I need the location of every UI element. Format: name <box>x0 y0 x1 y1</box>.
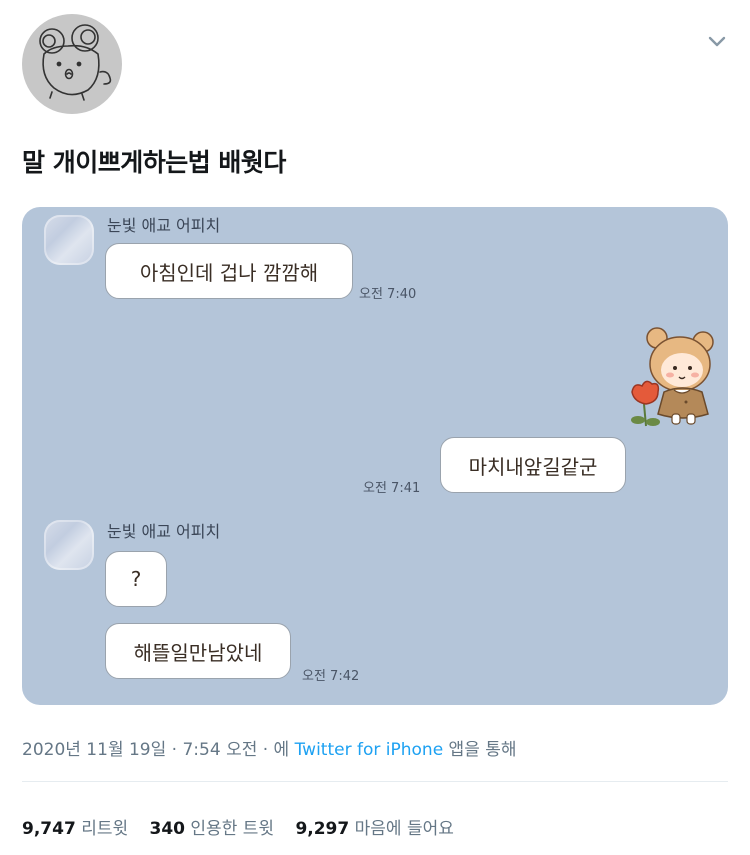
chat-sender-name: 눈빛 애교 어피치 <box>107 522 221 541</box>
girl-flower-sticker-icon <box>624 322 724 432</box>
meta-separator: · <box>166 740 183 760</box>
chat-timestamp: 오전 7:40 <box>359 287 417 302</box>
chat-profile-picture <box>44 520 94 570</box>
tweet-source-link[interactable]: Twitter for iPhone <box>295 740 444 760</box>
tweet-metadata: 2020년 11월 19일 · 7:54 오전 · 에 Twitter for … <box>22 735 517 760</box>
retweets-count: 9,747 <box>22 819 76 839</box>
tweet-stats: 9,747 리트윗 340 인용한 트윗 9,297 마음에 들어요 <box>22 814 470 839</box>
mouse-doodle-icon <box>39 24 112 101</box>
chat-bubble-received: 해뜰일만남았네 <box>105 623 291 679</box>
chat-bubble-received: ? <box>105 551 167 607</box>
likes-stat[interactable]: 9,297 마음에 들어요 <box>295 819 453 839</box>
avatar[interactable] <box>22 14 122 114</box>
tweet-text: 말 개이쁘게하는법 배웟다 <box>22 148 286 177</box>
chat-bubble-received: 아침인데 겁나 깜깜해 <box>105 243 353 299</box>
divider <box>22 781 728 782</box>
likes-count: 9,297 <box>295 819 350 839</box>
chat-profile-picture <box>44 215 94 265</box>
quote-tweets-stat[interactable]: 340 인용한 트윗 <box>150 819 275 839</box>
likes-label: 마음에 들어요 <box>354 819 454 839</box>
chevron-down-icon[interactable] <box>702 26 732 56</box>
retweets-label: 리트윗 <box>81 819 129 839</box>
chat-sender-name: 눈빛 애교 어피치 <box>107 216 221 235</box>
meta-separator: · 에 <box>257 740 295 760</box>
tweet-date[interactable]: 2020년 11월 19일 <box>22 740 166 760</box>
quotes-count: 340 <box>149 819 186 839</box>
chat-bubble-sent: 마치내앞길같군 <box>440 437 626 493</box>
quotes-label: 인용한 트윗 <box>190 819 275 839</box>
tweet-time[interactable]: 7:54 오전 <box>182 740 257 760</box>
tweet-media-image[interactable]: 눈빛 애교 어피치 아침인데 겁나 깜깜해 오전 7:40 오전 7:41 마치… <box>22 207 728 705</box>
retweets-stat[interactable]: 9,747 리트윗 <box>22 819 128 839</box>
tweet-source-suffix: 앱을 통해 <box>443 740 517 760</box>
chat-timestamp: 오전 7:41 <box>363 481 421 496</box>
chat-timestamp: 오전 7:42 <box>302 669 360 684</box>
